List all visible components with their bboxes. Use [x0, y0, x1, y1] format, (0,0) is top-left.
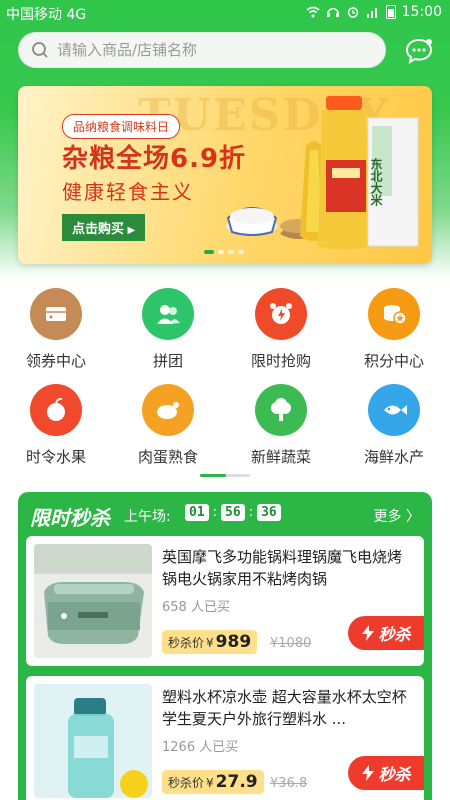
search-icon — [32, 42, 48, 58]
banner-dot[interactable] — [204, 250, 214, 254]
countdown-timer: 01 : 56 : 36 — [185, 504, 281, 521]
banner-dot[interactable] — [238, 250, 244, 254]
category-flash-sale[interactable]: 限时抢购 — [236, 288, 326, 371]
lightning-icon — [362, 765, 375, 781]
group-icon — [142, 288, 194, 340]
banner-subtitle: 健康轻食主义 — [62, 180, 194, 204]
wifi-icon — [306, 6, 320, 18]
message-icon[interactable] — [404, 36, 434, 66]
session-label: 上午场: — [124, 509, 171, 525]
category-fresh-vegetables[interactable]: 新鲜蔬菜 — [236, 384, 326, 467]
flash-sale-section: 限时秒杀 上午场: 01 : 56 : 36 更多 〉 英国摩飞多功能锅料理锅魔… — [18, 492, 432, 800]
lightning-icon — [362, 625, 375, 641]
promo-banner[interactable]: TUESDAY 品纳粮食调味料日 杂粮全场6.9折 健康轻食主义 点击购买 东北… — [18, 86, 432, 264]
timer-seconds: 36 — [257, 504, 281, 521]
banner-cta-button[interactable]: 点击购买 — [62, 214, 146, 241]
timer-separator: : — [248, 505, 254, 520]
carrier-label: 中国移动 4G — [6, 7, 87, 23]
banner-dot[interactable] — [228, 250, 234, 254]
product-card[interactable]: 塑料水杯凉水壶 超大容量水杯太空杯学生夏天户外旅行塑料水 ... 1266 人已… — [26, 676, 424, 800]
banner-pagination — [204, 250, 244, 254]
category-seasonal-fruit[interactable]: 时令水果 — [11, 384, 101, 467]
alarm-clock-icon — [255, 288, 307, 340]
flash-buy-button[interactable]: 秒杀 — [348, 616, 424, 650]
category-label: 肉蛋熟食 — [137, 448, 198, 466]
battery-icon — [385, 5, 396, 19]
alarm-icon — [347, 7, 358, 18]
original-price: ¥36.8 — [270, 776, 308, 791]
price-value: 27.9 — [215, 772, 258, 792]
status-bar: 中国移动 4G 15:00 — [0, 0, 450, 26]
banner-dot[interactable] — [218, 250, 224, 254]
price-value: 989 — [215, 632, 252, 652]
headphones-icon — [326, 7, 339, 17]
product-image — [34, 684, 152, 798]
product-sold-count: 1266 人已买 — [162, 740, 239, 755]
banner-tag: 品纳粮食调味料日 — [62, 114, 181, 139]
category-points-center[interactable]: 积分中心 — [349, 288, 439, 371]
price-currency: ¥ — [206, 636, 214, 650]
category-pager — [200, 474, 250, 477]
buy-label: 秒杀 — [378, 765, 411, 784]
category-label: 积分中心 — [363, 352, 424, 370]
chicken-icon — [142, 384, 194, 436]
original-price: ¥1080 — [270, 636, 312, 651]
price-label: 秒杀价 — [168, 636, 205, 650]
flash-price: 秒杀价 ¥ 989 — [162, 630, 258, 654]
timer-hours: 01 — [185, 504, 209, 521]
price-label: 秒杀价 — [168, 776, 205, 790]
fish-icon — [368, 384, 420, 436]
timer-minutes: 56 — [221, 504, 245, 521]
more-link[interactable]: 更多 〉 — [374, 506, 420, 526]
product-card[interactable]: 英国摩飞多功能锅料理锅魔飞电烧烤锅电火锅家用不粘烤肉锅 658 人已买 秒杀价 … — [26, 536, 424, 666]
flash-buy-button[interactable]: 秒杀 — [348, 756, 424, 790]
search-bar[interactable] — [18, 32, 386, 68]
category-label: 限时抢购 — [250, 352, 311, 370]
category-seafood[interactable]: 海鲜水产 — [349, 384, 439, 467]
category-meat-eggs[interactable]: 肉蛋熟食 — [123, 384, 213, 467]
fruit-icon — [30, 384, 82, 436]
category-label: 领券中心 — [25, 352, 86, 370]
banner-package-label: 东北大米 — [369, 157, 383, 207]
banner-products-illustration: 东北大米 — [226, 96, 419, 250]
product-name: 塑料水杯凉水壶 超大容量水杯太空杯学生夏天户外旅行塑料水 ... — [162, 688, 407, 728]
product-sold-count: 658 人已买 — [162, 600, 230, 615]
category-group-buy[interactable]: 拼团 — [123, 288, 213, 371]
flash-sale-title: 限时秒杀 — [30, 506, 110, 530]
category-label: 拼团 — [152, 352, 183, 370]
category-coupon-center[interactable]: 领券中心 — [11, 288, 101, 371]
category-label: 新鲜蔬菜 — [250, 448, 311, 466]
product-name: 英国摩飞多功能锅料理锅魔飞电烧烤锅电火锅家用不粘烤肉锅 — [162, 548, 403, 588]
clock-time: 15:00 — [401, 4, 442, 20]
signal-icon — [366, 8, 377, 18]
timer-separator: : — [212, 505, 218, 520]
coupon-icon — [30, 288, 82, 340]
coins-icon — [368, 288, 420, 340]
price-currency: ¥ — [206, 776, 214, 790]
product-image — [34, 544, 152, 658]
category-label: 海鲜水产 — [363, 448, 424, 466]
category-label: 时令水果 — [25, 448, 86, 466]
buy-label: 秒杀 — [378, 625, 411, 644]
flash-price: 秒杀价 ¥ 27.9 — [162, 770, 264, 794]
vegetable-icon — [255, 384, 307, 436]
search-input[interactable] — [57, 41, 357, 59]
